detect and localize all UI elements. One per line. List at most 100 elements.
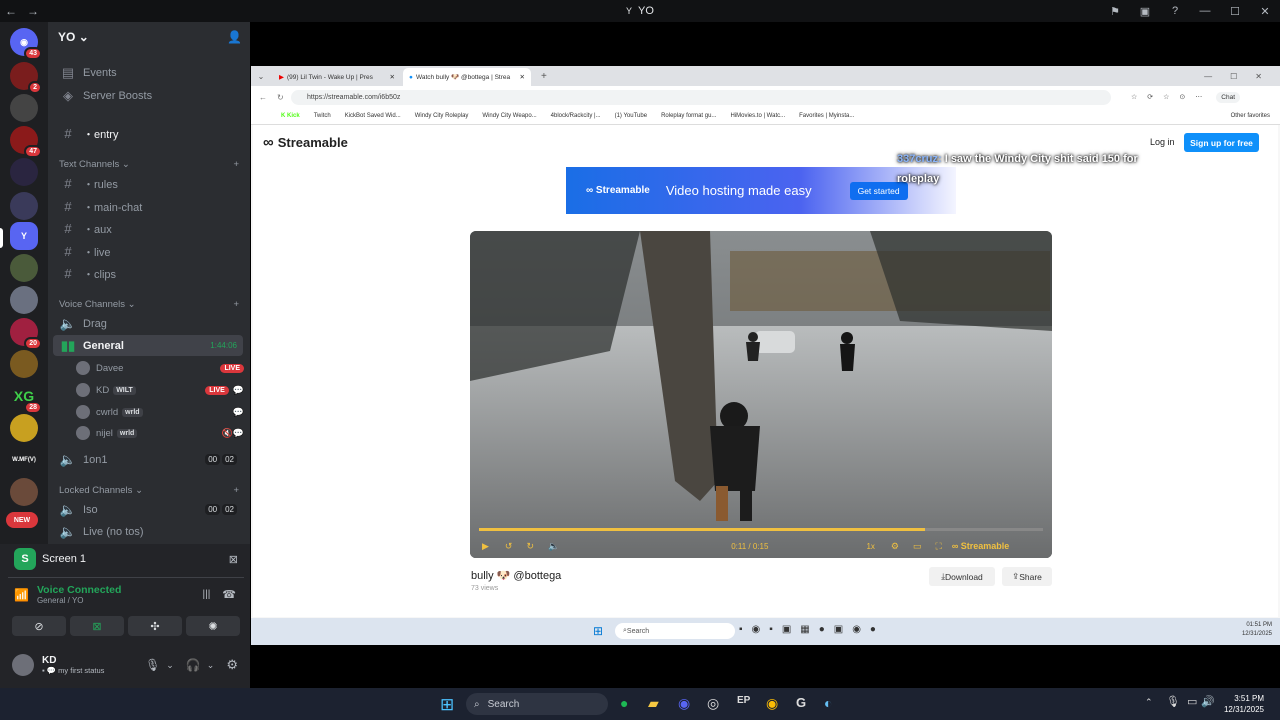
- avatar[interactable]: [12, 654, 34, 676]
- add-channel-icon[interactable]: +: [233, 159, 239, 170]
- bookmark[interactable]: KickBot Saved Wid...: [345, 113, 401, 119]
- playback-speed[interactable]: 1x: [866, 542, 874, 551]
- microphone-icon[interactable]: 🎙: [145, 658, 160, 672]
- signup-button[interactable]: Sign up for free: [1184, 133, 1259, 152]
- voice-location[interactable]: General / YO: [37, 596, 121, 605]
- server-icon[interactable]: W.MF(V): [8, 446, 40, 474]
- voice-user[interactable]: Davee LIVE: [76, 358, 244, 378]
- voice-channel-drag[interactable]: 🔈 Drag: [53, 313, 243, 334]
- help-icon[interactable]: ?: [1160, 0, 1190, 22]
- chevron-down-icon[interactable]: ⌄: [166, 660, 174, 671]
- chrome-icon[interactable]: ◉: [766, 695, 778, 712]
- channel-rules[interactable]: # ・rules: [53, 173, 243, 194]
- play-icon[interactable]: ▶: [482, 541, 489, 552]
- steam-icon[interactable]: ◐: [824, 695, 832, 711]
- voice-user[interactable]: nijel wrld 🔇💬: [76, 423, 244, 443]
- direct-messages-button[interactable]: ◉ 43: [10, 28, 42, 60]
- settings-gear-icon[interactable]: ⚙: [891, 541, 899, 552]
- voice-channel-1on1[interactable]: 🔈 1on1 00 02: [53, 449, 243, 470]
- channel-live[interactable]: # ・live: [53, 241, 243, 262]
- network-volume-icons[interactable]: ▭🔊: [1187, 695, 1219, 708]
- chevron-down-icon[interactable]: ⌄: [207, 660, 215, 671]
- streamable-watermark[interactable]: ∞ Streamable: [952, 541, 1009, 551]
- add-channel-icon[interactable]: +: [233, 299, 239, 310]
- channel-clips[interactable]: # ・clips: [53, 263, 243, 284]
- video-player[interactable]: [470, 231, 1052, 558]
- share-button[interactable]: ⇪ Share: [1002, 567, 1052, 586]
- microphone-tray-icon[interactable]: 🎙: [1166, 695, 1180, 708]
- server-icon[interactable]: [10, 414, 38, 442]
- server-boosts-link[interactable]: ◈ Server Boosts: [53, 85, 243, 106]
- soundboard-button[interactable]: ✺: [186, 616, 240, 636]
- discord-icon[interactable]: ◉: [678, 695, 690, 712]
- screen-share-icon[interactable]: ▣: [1130, 0, 1160, 22]
- taskbar-search[interactable]: ⌕ Search: [466, 693, 608, 715]
- screen-share-button[interactable]: ⊠: [70, 616, 124, 636]
- window-controls[interactable]: —☐✕: [1204, 72, 1280, 81]
- windows-start-icon[interactable]: ⊞: [440, 695, 454, 715]
- spotify-icon[interactable]: ●: [620, 695, 628, 711]
- bookmark[interactable]: HiMovies.to | Watc...: [730, 113, 785, 119]
- copilot-chat-button[interactable]: Chat: [1216, 91, 1241, 103]
- browser-tab[interactable]: ▶ (99) Lil Twin - Wake Up | Pres ✕: [273, 68, 401, 86]
- channel-aux[interactable]: # ・aux: [53, 218, 243, 239]
- close-tab-icon[interactable]: ✕: [390, 73, 395, 81]
- disconnect-icon[interactable]: ☎: [222, 588, 236, 601]
- reload-icon[interactable]: ↻: [277, 93, 284, 102]
- voice-channel-general[interactable]: ▮▮ General 1:44:06: [53, 335, 243, 356]
- server-icon[interactable]: [10, 286, 38, 314]
- server-icon-yo[interactable]: Y: [10, 222, 38, 250]
- voice-user[interactable]: cwrld wrld 💬: [76, 402, 244, 422]
- activities-button[interactable]: ✣: [128, 616, 182, 636]
- add-channel-icon[interactable]: +: [233, 485, 239, 496]
- voice-channel-iso[interactable]: 🔈 Iso 00 02: [53, 499, 243, 520]
- app-g-icon[interactable]: G: [796, 695, 806, 710]
- server-icon[interactable]: XG 28: [10, 382, 42, 414]
- rewind-5-icon[interactable]: ↺: [505, 541, 513, 552]
- bookmark[interactable]: 4block/Rackcity |...: [551, 113, 601, 119]
- close-button[interactable]: ✕: [1250, 0, 1280, 22]
- stop-share-icon[interactable]: ⊠: [229, 553, 238, 566]
- screen-share-bar[interactable]: S Screen 1 ⊠: [8, 544, 244, 574]
- server-icon[interactable]: [10, 158, 38, 186]
- channel-main-chat[interactable]: # ・main-chat: [53, 196, 243, 217]
- category-locked-channels[interactable]: Locked Channels ⌄ +: [53, 485, 243, 496]
- noise-suppression-icon[interactable]: |||: [203, 589, 211, 600]
- voice-channel-live-no-tos[interactable]: 🔈 Live (no tos): [53, 521, 243, 542]
- tab-actions-icon[interactable]: ⌄: [251, 72, 271, 81]
- taskbar-clock[interactable]: 3:51 PM 12/31/2025: [1224, 693, 1264, 715]
- download-button[interactable]: ⤓ Download: [929, 567, 995, 586]
- server-icon[interactable]: 47: [10, 126, 42, 158]
- streamable-logo[interactable]: ∞ Streamable: [263, 134, 348, 151]
- back-arrow-icon[interactable]: ←: [0, 0, 22, 22]
- voice-user[interactable]: KD WILT LIVE 💬: [76, 380, 244, 400]
- server-icon[interactable]: [10, 478, 38, 506]
- category-voice-channels[interactable]: Voice Channels ⌄ +: [53, 299, 243, 310]
- new-tab-icon[interactable]: +: [541, 71, 547, 82]
- category-text-channels[interactable]: Text Channels ⌄ +: [53, 159, 243, 170]
- camera-off-button[interactable]: ⊘: [12, 616, 66, 636]
- pip-icon[interactable]: ▭: [913, 541, 922, 552]
- server-icon[interactable]: 20: [10, 318, 42, 350]
- inbox-flag-icon[interactable]: ⚑: [1100, 0, 1130, 22]
- add-member-icon[interactable]: 👤: [227, 30, 242, 44]
- volume-icon[interactable]: 🔈: [548, 541, 559, 552]
- forward-arrow-icon[interactable]: →: [22, 0, 44, 22]
- server-icon[interactable]: [10, 254, 38, 282]
- bookmark-kick[interactable]: K Kick: [281, 113, 300, 119]
- bookmark-youtube[interactable]: (1) YouTube: [615, 113, 647, 119]
- app-icon[interactable]: ◎: [707, 695, 719, 712]
- close-tab-icon[interactable]: ✕: [520, 73, 525, 81]
- server-icon[interactable]: [10, 94, 38, 122]
- server-icon[interactable]: [10, 350, 38, 378]
- bookmark[interactable]: Roleplay format gu...: [661, 113, 716, 119]
- server-header[interactable]: YO ⌄ 👤: [48, 22, 250, 52]
- events-link[interactable]: ▤ Events: [53, 62, 243, 83]
- server-icon[interactable]: 2: [10, 62, 42, 94]
- login-link[interactable]: Log in: [1150, 137, 1175, 147]
- minimize-button[interactable]: —: [1190, 0, 1220, 22]
- browser-tab-active[interactable]: ● Watch bully 🐶 @bottega | Strea ✕: [403, 68, 531, 86]
- bookmark-twitch[interactable]: Twitch: [314, 113, 331, 119]
- new-badge[interactable]: NEW: [6, 512, 38, 528]
- server-icon[interactable]: [10, 192, 38, 220]
